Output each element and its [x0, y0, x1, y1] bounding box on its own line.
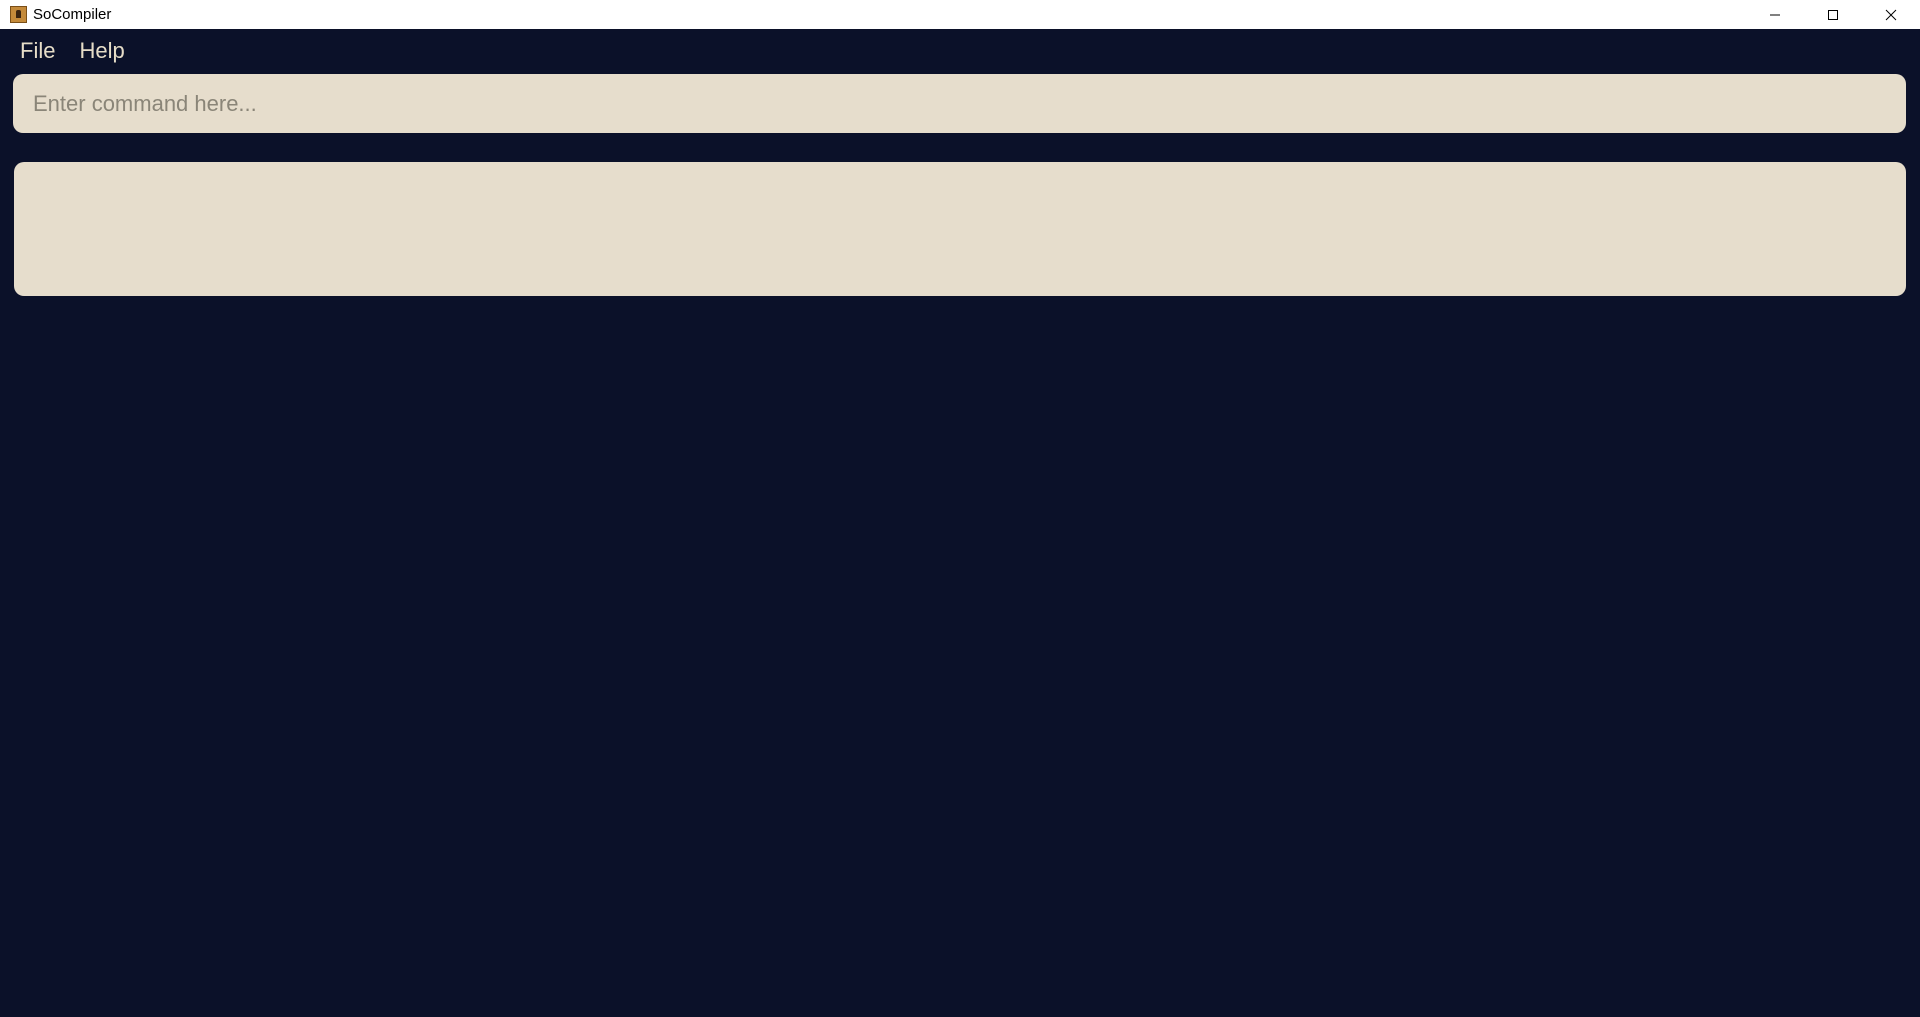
- menu-help[interactable]: Help: [69, 38, 134, 64]
- minimize-button[interactable]: [1746, 0, 1804, 29]
- close-icon: [1885, 9, 1897, 20]
- window-titlebar: SoCompiler: [0, 0, 1920, 29]
- app-icon: [10, 6, 27, 23]
- result-display: [14, 162, 1906, 296]
- close-button[interactable]: [1862, 0, 1920, 29]
- command-box: [13, 74, 1906, 133]
- window-controls: [1746, 0, 1920, 29]
- maximize-button[interactable]: [1804, 0, 1862, 29]
- command-input[interactable]: [13, 74, 1906, 133]
- maximize-icon: [1828, 9, 1838, 20]
- menu-bar: File Help: [0, 29, 1920, 73]
- window-title: SoCompiler: [33, 6, 112, 23]
- minimize-icon: [1770, 14, 1780, 15]
- menu-file[interactable]: File: [10, 38, 65, 64]
